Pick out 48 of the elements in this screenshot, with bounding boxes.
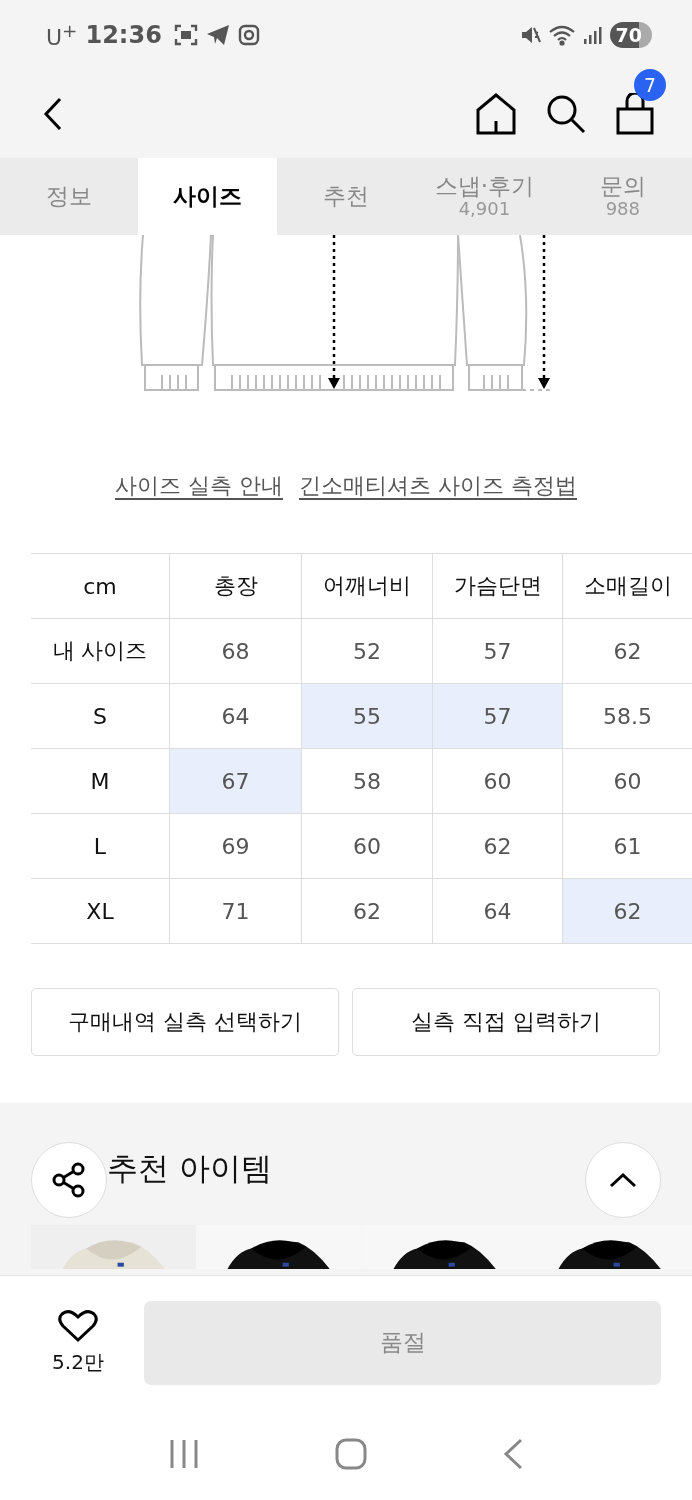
table-cell: 69 [170,814,302,879]
mute-icon [519,24,542,46]
table-cell: 55 [302,684,433,749]
table-cell: 71 [170,879,302,944]
search-icon[interactable] [546,94,586,134]
battery-level: 70 [609,22,652,48]
guide-link[interactable]: 긴소매티셔츠 사이즈 측정법 [299,471,577,505]
measure-button[interactable]: 실측 직접 입력하기 [352,988,660,1056]
table-cell: 58.5 [563,684,692,749]
table-cell: 62 [433,814,563,879]
clock-time: 12:36 [85,21,162,49]
row-header: 내 사이즈 [31,619,170,684]
table-cell: 62 [563,879,692,944]
share-icon [51,1162,87,1198]
like-count: 5.2만 [52,1349,104,1376]
camera-icon [237,24,260,46]
heart-icon[interactable] [58,1309,98,1343]
column-header: 가슴단면 [433,554,563,619]
signal-icon [581,24,604,46]
table-cell: 68 [170,619,302,684]
column-header: 총장 [170,554,302,619]
home-icon[interactable] [476,93,516,135]
column-header: 어깨너비 [302,554,433,619]
table-cell: 60 [302,814,433,879]
home-button-icon[interactable] [335,1438,367,1470]
column-header: 소매길이 [563,554,692,619]
chevron-up-icon [609,1172,637,1188]
table-cell: 67 [170,749,302,814]
measure-button[interactable]: 구매내역 실측 선택하기 [31,988,339,1056]
section-title: 추천 아이템 [107,1149,272,1188]
row-header: XL [31,879,170,944]
wifi-icon [547,24,576,46]
table-cell: 57 [433,684,563,749]
row-header: L [31,814,170,879]
table-cell: 62 [302,879,433,944]
column-header: cm [31,554,170,619]
table-cell: 60 [563,749,692,814]
cart-count-badge: 7 [634,69,666,101]
table-cell: 62 [563,619,692,684]
row-header: S [31,684,170,749]
tab[interactable]: 사이즈 [138,158,277,235]
shopping-bag-icon[interactable] [616,93,654,135]
guide-link[interactable]: 사이즈 실측 안내 [115,471,283,505]
paper-plane-icon [205,24,230,46]
carrier-label: U$^{+}$ [46,19,78,51]
table-cell: 60 [433,749,563,814]
screenshot-icon [173,24,198,46]
table-cell: 58 [302,749,433,814]
